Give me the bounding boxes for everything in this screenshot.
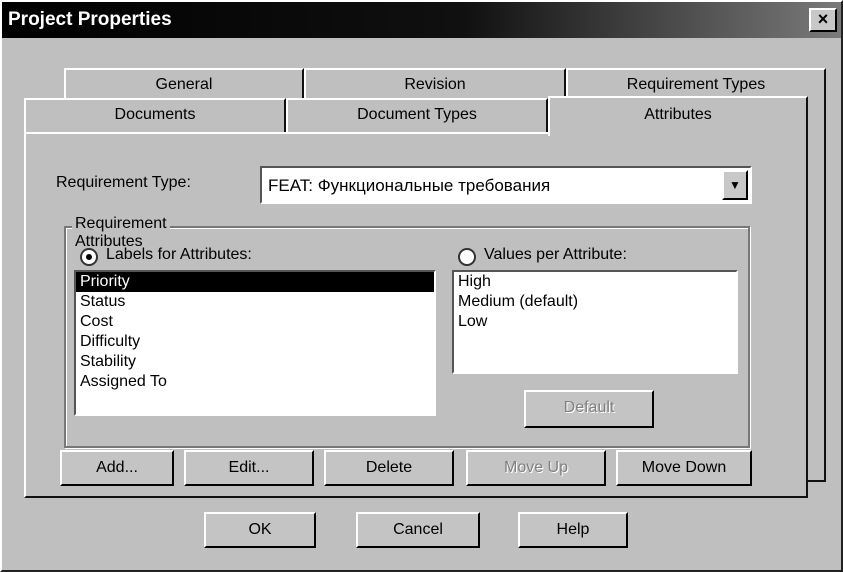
values-radio-button[interactable]: [458, 248, 476, 266]
add-button[interactable]: Add...: [60, 450, 174, 486]
ok-button[interactable]: OK: [204, 512, 316, 548]
attribute-labels-list[interactable]: Priority Status Cost Difficulty Stability Ass…: [74, 270, 436, 416]
move-up-button[interactable]: Move Up: [466, 450, 606, 486]
back-tab-frame: [808, 98, 826, 482]
tab-general[interactable]: General: [64, 68, 304, 98]
tab-requirement-types-label: Requirement Types: [626, 76, 766, 93]
attribute-label-item[interactable]: Cost: [76, 312, 434, 332]
labels-radio-button[interactable]: [80, 248, 98, 266]
dropdown-arrow-icon[interactable]: ▼: [722, 170, 748, 200]
edit-button[interactable]: Edit...: [184, 450, 314, 486]
tab-document-types[interactable]: Document Types: [286, 98, 548, 132]
attribute-value-item[interactable]: Low: [454, 312, 736, 332]
labels-radio-label[interactable]: Labels for Attributes:: [106, 246, 252, 264]
attribute-value-item[interactable]: High: [454, 272, 736, 292]
attribute-label-item[interactable]: Status: [76, 292, 434, 312]
title-bar[interactable]: Project Properties ×: [2, 2, 841, 38]
tab-revision[interactable]: Revision: [304, 68, 566, 98]
tab-documents-label: Documents: [114, 106, 196, 123]
requirement-type-label: Requirement Type:: [56, 174, 191, 191]
tab-general-label: General: [155, 76, 213, 93]
attribute-label-item[interactable]: Priority: [76, 272, 434, 292]
cancel-button[interactable]: Cancel: [356, 512, 480, 548]
attribute-label-item[interactable]: Stability: [76, 352, 434, 372]
attribute-label-item[interactable]: Difficulty: [76, 332, 434, 352]
help-button[interactable]: Help: [518, 512, 628, 548]
tab-documents[interactable]: Documents: [24, 98, 286, 132]
requirement-type-dropdown[interactable]: FEAT: Функциональные требования ▼: [260, 166, 752, 204]
attribute-values-list[interactable]: High Medium (default) Low: [452, 270, 738, 374]
values-radio-label[interactable]: Values per Attribute:: [484, 246, 627, 264]
attribute-value-item[interactable]: Medium (default): [454, 292, 736, 312]
close-button[interactable]: ×: [809, 8, 837, 32]
delete-button[interactable]: Delete: [324, 450, 454, 486]
dialog-title: Project Properties: [8, 9, 172, 30]
project-properties-dialog: Project Properties × General Revision Re…: [0, 0, 843, 572]
tab-attributes[interactable]: Attributes: [548, 96, 808, 136]
tab-attributes-label: Attributes: [644, 106, 712, 123]
default-button[interactable]: Default: [524, 390, 654, 428]
tab-document-types-label: Document Types: [357, 106, 477, 123]
tab-revision-label: Revision: [404, 76, 466, 93]
move-down-button[interactable]: Move Down: [616, 450, 752, 486]
attribute-label-item[interactable]: Assigned To: [76, 372, 434, 392]
requirement-type-value: FEAT: Функциональные требования: [268, 176, 551, 195]
tab-requirement-types[interactable]: Requirement Types: [566, 68, 826, 98]
